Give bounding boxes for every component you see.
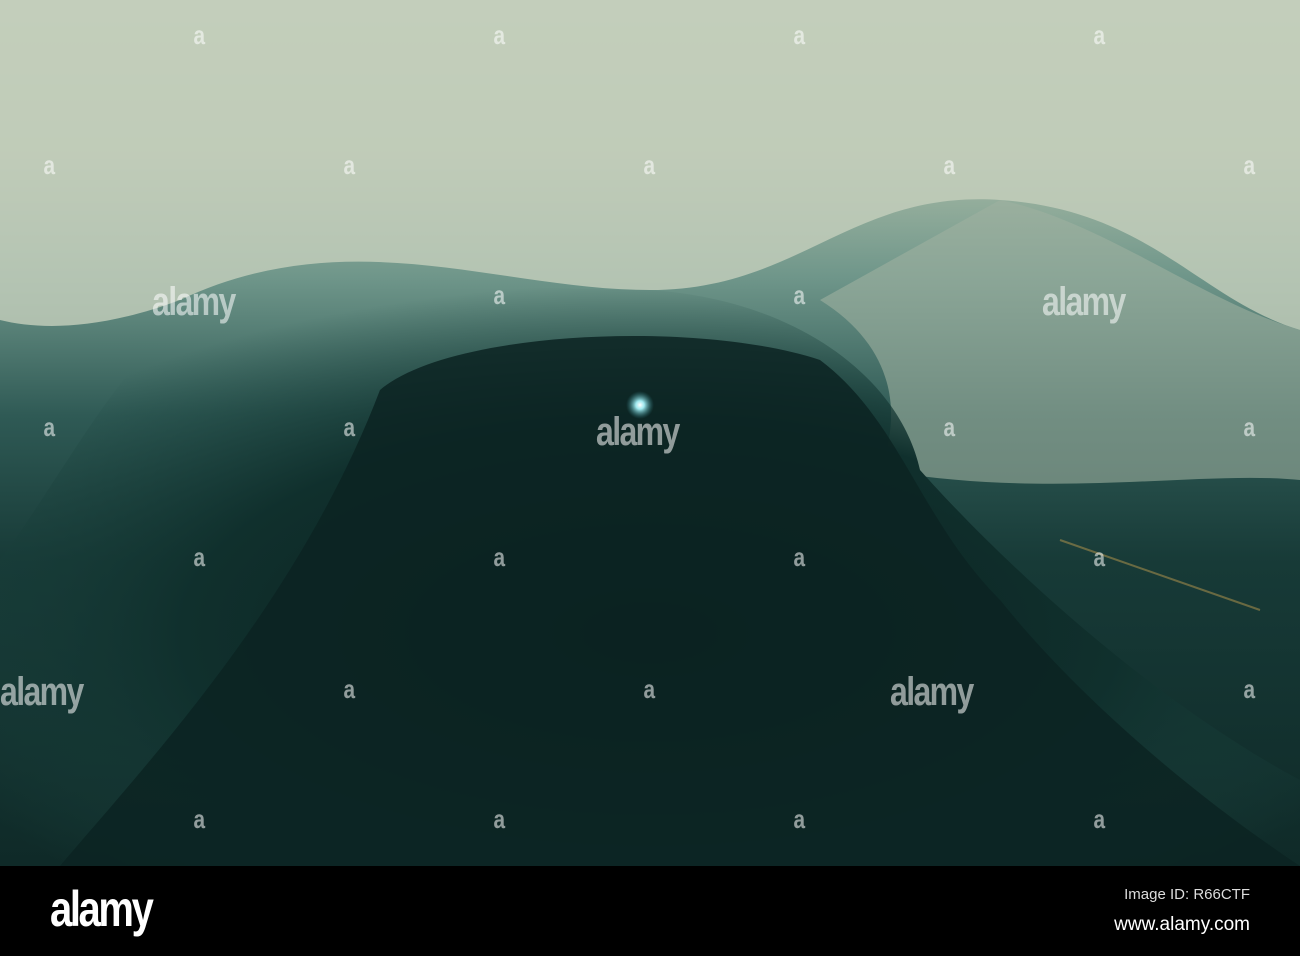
alamy-logo: alamy [50,881,154,937]
watermark-small: a [793,542,806,572]
watermark-small: a [1243,674,1256,704]
watermark-small: a [1093,542,1106,572]
watermark: alamy [152,280,236,324]
watermark-small: a [1243,412,1256,442]
watermark-small: a [643,150,656,180]
watermark-small: a [1093,804,1106,834]
watermark: alamy [0,670,84,714]
watermark-small: a [193,20,206,50]
watermark-small: a [343,150,356,180]
watermark: alamy [596,410,680,454]
image-id: Image ID: R66CTF [1124,886,1250,903]
cave-photo: alamy alamy alamy alamy alamy a a a a a … [0,0,1300,866]
watermark-small: a [43,412,56,442]
watermark-small: a [493,804,506,834]
watermark-small: a [493,542,506,572]
watermark-small: a [793,804,806,834]
watermark-small: a [193,804,206,834]
watermark-small: a [43,150,56,180]
watermark-small: a [343,412,356,442]
website-link[interactable]: www.alamy.com [1114,914,1250,936]
watermark: alamy [1042,280,1126,324]
watermark-small: a [793,20,806,50]
watermark-small: a [493,20,506,50]
watermark-small: a [643,674,656,704]
footer-bar: alamy Image ID: R66CTF www.alamy.com [0,866,1300,956]
watermark-small: a [1243,150,1256,180]
watermark-small: a [943,150,956,180]
watermark-small: a [943,412,956,442]
watermark-small: a [1093,20,1106,50]
watermark-small: a [493,280,506,310]
watermark-small: a [793,280,806,310]
watermark-small: a [193,542,206,572]
watermark-small: a [343,674,356,704]
guide-line [1059,539,1261,611]
watermark: alamy [890,670,974,714]
